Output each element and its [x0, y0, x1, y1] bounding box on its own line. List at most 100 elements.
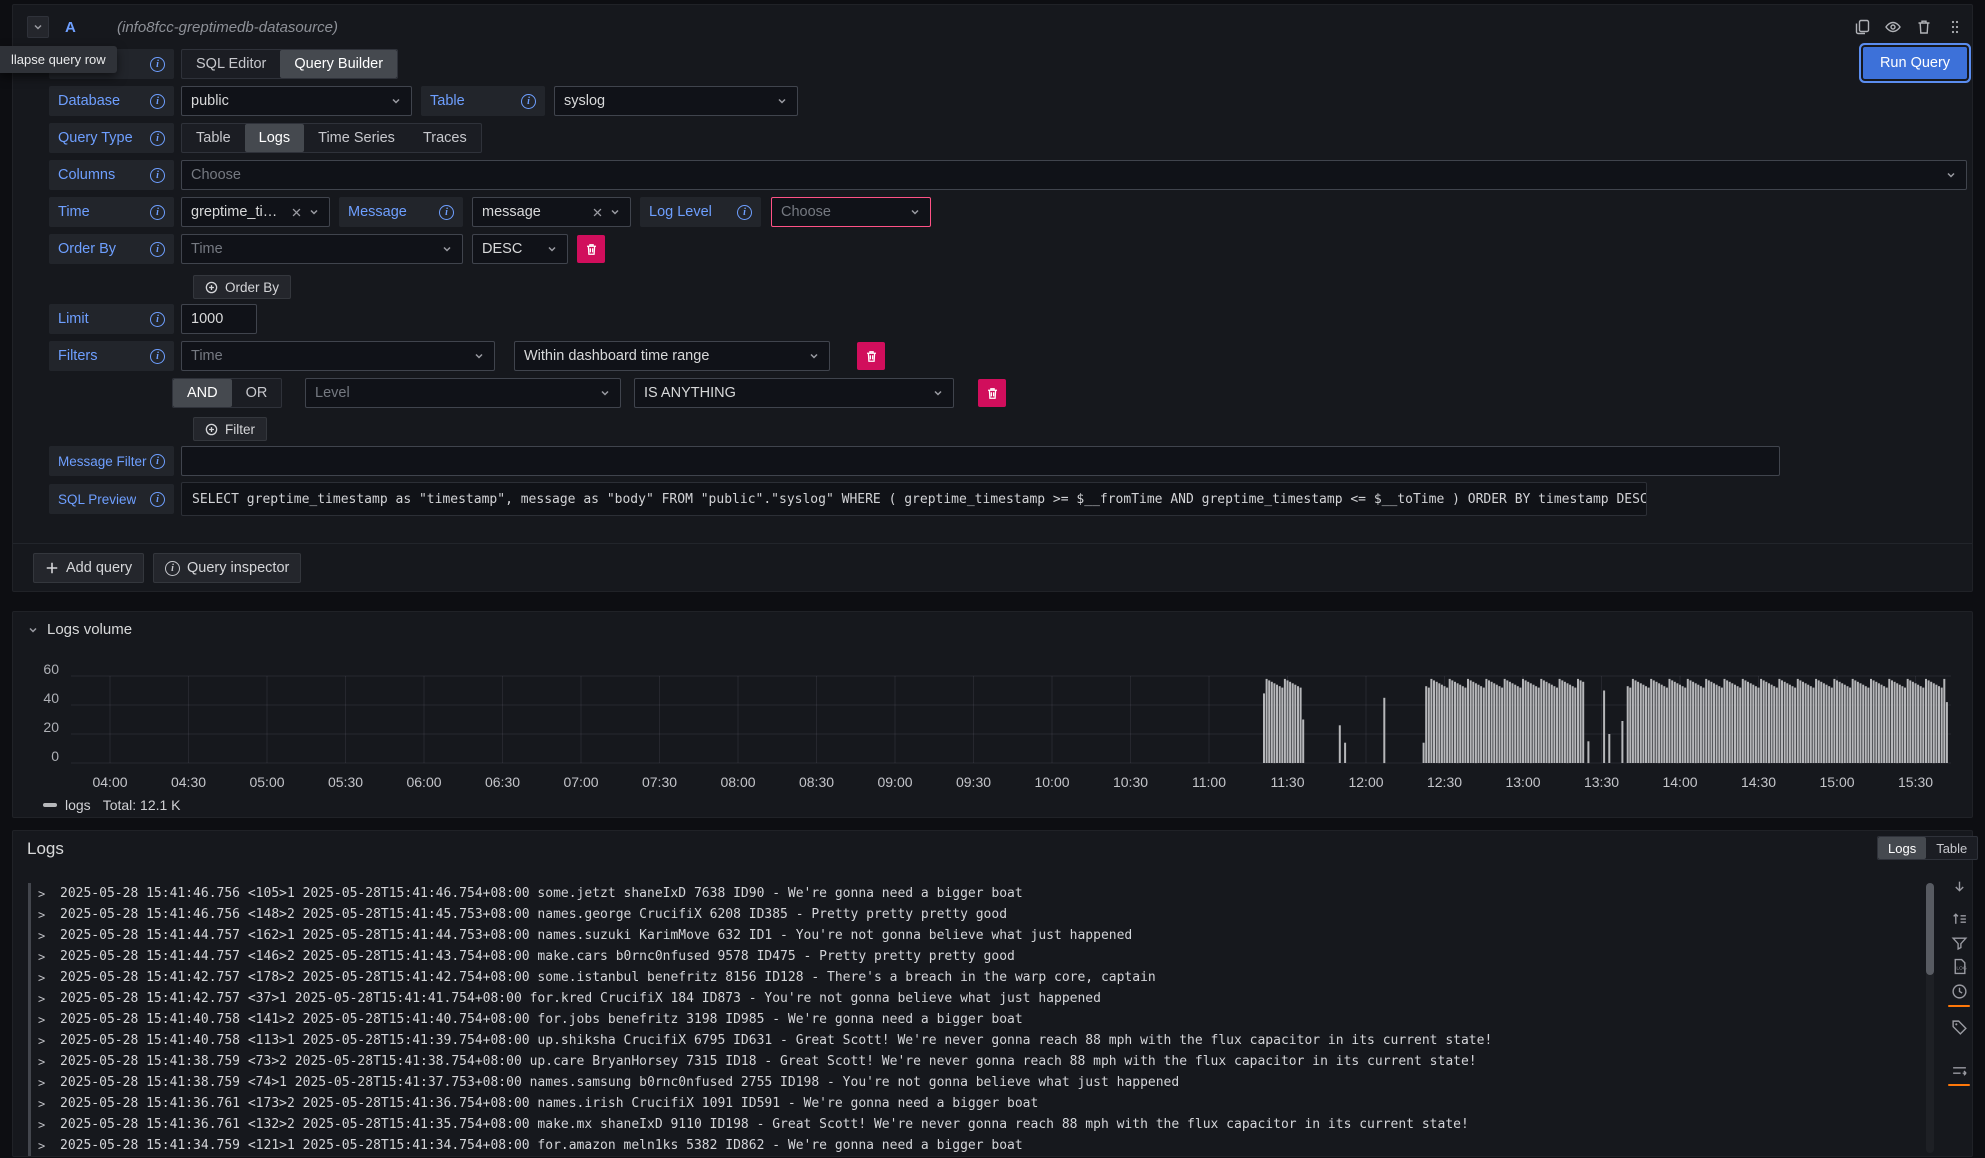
expand-log-row-icon[interactable]: > — [38, 908, 52, 922]
unique-labels-icon[interactable] — [1945, 1019, 1973, 1036]
sort-order-icon[interactable] — [1945, 910, 1973, 927]
query-type-time-series[interactable]: Time Series — [304, 124, 409, 152]
info-icon[interactable]: i — [150, 492, 165, 507]
filter-icon[interactable] — [1945, 935, 1973, 952]
expand-log-row-icon[interactable]: > — [38, 1139, 52, 1153]
order-by-direction-select[interactable]: DESC — [472, 234, 568, 264]
limit-input[interactable]: 1000 — [181, 304, 257, 334]
log-row[interactable]: >2025-05-28 15:41:42.757 <37>1 2025-05-2… — [31, 988, 1918, 1009]
query-type-switch: TableLogsTime SeriesTraces — [181, 123, 482, 153]
expand-log-row-icon[interactable]: > — [38, 1097, 52, 1111]
message-column-select[interactable]: message — [472, 197, 631, 227]
remove-filter-button[interactable] — [857, 342, 885, 370]
add-order-by-button[interactable]: Order By — [193, 275, 291, 299]
collapse-query-row-button[interactable] — [27, 16, 49, 38]
query-type-table[interactable]: Table — [182, 124, 245, 152]
remove-filter2-button[interactable] — [978, 379, 1006, 407]
info-icon[interactable]: i — [150, 242, 165, 257]
logs-view-logs[interactable]: Logs — [1878, 837, 1926, 859]
duplicate-query-icon[interactable] — [1853, 18, 1871, 36]
filter2-operator-select[interactable]: IS ANYTHING — [634, 378, 954, 408]
x-tick-label: 15:00 — [1819, 774, 1854, 790]
log-row[interactable]: >2025-05-28 15:41:46.756 <105>1 2025-05-… — [31, 883, 1918, 904]
log-row[interactable]: >2025-05-28 15:41:44.757 <162>1 2025-05-… — [31, 925, 1918, 946]
expand-log-row-icon[interactable]: > — [38, 1076, 52, 1090]
x-tick-label: 04:00 — [92, 774, 127, 790]
chevron-down-icon — [609, 206, 621, 218]
expand-log-row-icon[interactable]: > — [38, 887, 52, 901]
query-type-logs[interactable]: Logs — [245, 124, 304, 152]
trash-icon — [865, 350, 878, 363]
info-icon[interactable]: i — [150, 168, 165, 183]
log-row[interactable]: >2025-05-28 15:41:46.756 <148>2 2025-05-… — [31, 904, 1918, 925]
wrap-lines-icon[interactable] — [1945, 1062, 1973, 1086]
editor-type-sql-editor[interactable]: SQL Editor — [182, 50, 280, 78]
legend-total: Total: 12.1 K — [103, 797, 181, 813]
message-filter-input[interactable] — [181, 446, 1780, 476]
clear-icon[interactable] — [291, 207, 302, 218]
logs-view-table[interactable]: Table — [1926, 837, 1977, 859]
trash-icon — [986, 387, 999, 400]
expand-log-row-icon[interactable]: > — [38, 929, 52, 943]
filter-condition-or[interactable]: OR — [232, 379, 282, 407]
info-icon[interactable]: i — [150, 131, 165, 146]
log-level-select[interactable]: Choose — [771, 197, 931, 227]
log-row[interactable]: >2025-05-28 15:41:40.758 <113>1 2025-05-… — [31, 1030, 1918, 1051]
scroll-to-bottom-icon[interactable] — [1945, 879, 1973, 896]
info-icon[interactable]: i — [150, 312, 165, 327]
order-by-field-select[interactable]: Time — [181, 234, 463, 264]
expand-log-row-icon[interactable]: > — [38, 1013, 52, 1027]
logs-volume-header[interactable]: Logs volume — [27, 621, 132, 638]
editor-type-query-builder[interactable]: Query Builder — [280, 50, 397, 78]
log-details-icon[interactable]: LOG — [1945, 958, 1973, 975]
log-row[interactable]: >2025-05-28 15:41:42.757 <178>2 2025-05-… — [31, 967, 1918, 988]
drag-handle-icon[interactable] — [1946, 18, 1964, 36]
query-ref-id[interactable]: A — [65, 19, 76, 36]
filter2-field-select[interactable]: Level — [305, 378, 621, 408]
logs-scrollbar[interactable] — [1926, 883, 1934, 1153]
info-icon[interactable]: i — [150, 454, 165, 469]
info-icon[interactable]: i — [150, 205, 165, 220]
table-select[interactable]: syslog — [554, 86, 798, 116]
log-row[interactable]: >2025-05-28 15:41:40.758 <141>2 2025-05-… — [31, 1009, 1918, 1030]
y-tick-label: 20 — [19, 719, 59, 735]
expand-log-row-icon[interactable]: > — [38, 1118, 52, 1132]
filter-operator-select[interactable]: Within dashboard time range — [514, 341, 830, 371]
remove-order-by-button[interactable] — [577, 235, 605, 263]
run-query-button[interactable]: Run Query — [1863, 47, 1967, 79]
show-time-icon[interactable] — [1945, 983, 1973, 1007]
add-filter-button[interactable]: Filter — [193, 417, 267, 441]
logs-scrollbar-thumb[interactable] — [1926, 883, 1934, 975]
filter-condition-and[interactable]: AND — [173, 379, 232, 407]
clear-icon[interactable] — [592, 207, 603, 218]
expand-log-row-icon[interactable]: > — [38, 950, 52, 964]
log-row[interactable]: >2025-05-28 15:41:38.759 <74>1 2025-05-2… — [31, 1072, 1918, 1093]
info-icon[interactable]: i — [150, 94, 165, 109]
log-row[interactable]: >2025-05-28 15:41:36.761 <173>2 2025-05-… — [31, 1093, 1918, 1114]
query-inspector-button[interactable]: i Query inspector — [153, 553, 301, 583]
query-type-traces[interactable]: Traces — [409, 124, 481, 152]
info-icon[interactable]: i — [737, 205, 752, 220]
info-icon[interactable]: i — [150, 57, 165, 72]
log-row[interactable]: >2025-05-28 15:41:36.761 <132>2 2025-05-… — [31, 1114, 1918, 1135]
datasource-name: (info8fcc-greptimedb-datasource) — [117, 19, 338, 36]
info-icon[interactable]: i — [150, 349, 165, 364]
database-select[interactable]: public — [181, 86, 412, 116]
expand-log-row-icon[interactable]: > — [38, 992, 52, 1006]
legend-series-label[interactable]: logs — [65, 797, 91, 813]
time-column-select[interactable]: greptime_tim... — [181, 197, 330, 227]
log-row[interactable]: >2025-05-28 15:41:34.759 <121>1 2025-05-… — [31, 1135, 1918, 1156]
info-icon[interactable]: i — [439, 205, 454, 220]
columns-select[interactable]: Choose — [181, 160, 1967, 190]
info-icon[interactable]: i — [521, 94, 536, 109]
x-tick-label: 04:30 — [171, 774, 206, 790]
log-row[interactable]: >2025-05-28 15:41:38.759 <73>2 2025-05-2… — [31, 1051, 1918, 1072]
expand-log-row-icon[interactable]: > — [38, 971, 52, 985]
add-query-button[interactable]: Add query — [33, 553, 144, 583]
log-row[interactable]: >2025-05-28 15:41:44.757 <146>2 2025-05-… — [31, 946, 1918, 967]
expand-log-row-icon[interactable]: > — [38, 1034, 52, 1048]
expand-log-row-icon[interactable]: > — [38, 1055, 52, 1069]
hide-response-icon[interactable] — [1884, 18, 1902, 36]
remove-query-icon[interactable] — [1915, 18, 1933, 36]
filter-field-select[interactable]: Time — [181, 341, 495, 371]
